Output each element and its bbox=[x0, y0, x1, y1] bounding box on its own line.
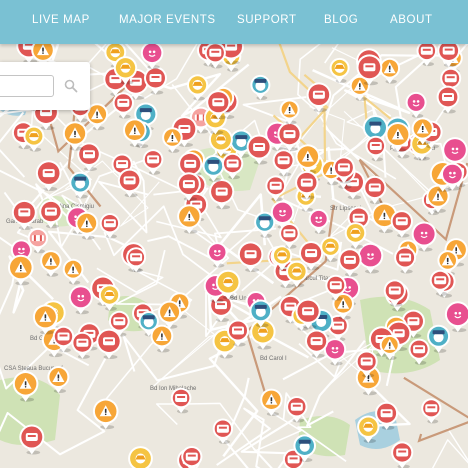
hazard-icon bbox=[28, 131, 39, 142]
traffic-jam-icon bbox=[444, 74, 457, 83]
traffic-jam-icon bbox=[283, 130, 296, 139]
traffic-jam-icon bbox=[329, 281, 342, 290]
traffic-jam-icon bbox=[369, 142, 382, 150]
hazard-icon bbox=[291, 266, 302, 277]
traffic-jam-icon bbox=[343, 255, 356, 264]
traffic-jam-icon bbox=[420, 46, 433, 55]
search-input[interactable] bbox=[0, 75, 54, 97]
traffic-jam-icon bbox=[283, 229, 296, 238]
nav-live-map[interactable]: LIVE MAP bbox=[32, 14, 90, 26]
traffic-jam-icon bbox=[253, 143, 266, 151]
traffic-jam-icon bbox=[434, 276, 447, 285]
map-label: Bd Carol I bbox=[260, 356, 287, 362]
road-closure-icon bbox=[31, 235, 44, 242]
traffic-jam-icon bbox=[76, 338, 89, 347]
traffic-jam-icon bbox=[337, 163, 350, 172]
traffic-jam-icon bbox=[368, 183, 381, 192]
traffic-jam-icon bbox=[399, 253, 412, 262]
hazard-icon bbox=[325, 241, 336, 252]
search-icon[interactable] bbox=[64, 79, 78, 93]
traffic-jam-icon bbox=[83, 150, 95, 159]
hazard-icon bbox=[215, 134, 226, 145]
traffic-jam-icon bbox=[413, 345, 426, 354]
traffic-jam-icon bbox=[103, 337, 115, 346]
traffic-jam-icon bbox=[425, 404, 438, 413]
traffic-jam-icon bbox=[312, 90, 325, 99]
nav-major-events[interactable]: MAJOR EVENTS bbox=[119, 14, 216, 26]
traffic-jam-icon bbox=[305, 249, 318, 258]
traffic-jam-icon bbox=[209, 48, 222, 57]
traffic-jam-icon bbox=[395, 217, 408, 226]
traffic-jam-icon bbox=[352, 213, 365, 222]
traffic-jam-icon bbox=[216, 424, 229, 433]
nav-blog[interactable]: BLOG bbox=[324, 14, 358, 26]
traffic-jam-icon bbox=[302, 307, 315, 316]
traffic-jam-icon bbox=[442, 46, 455, 55]
traffic-jam-icon bbox=[392, 329, 405, 338]
traffic-jam-icon bbox=[116, 160, 129, 169]
traffic-jam-icon bbox=[130, 253, 143, 262]
traffic-jam-icon bbox=[44, 207, 57, 216]
traffic-jam-icon bbox=[185, 452, 198, 461]
traffic-jam-icon bbox=[149, 74, 162, 82]
traffic-jam-icon bbox=[287, 455, 300, 464]
hazard-icon bbox=[104, 290, 115, 300]
traffic-jam-icon bbox=[147, 155, 160, 164]
traffic-jam-icon bbox=[117, 98, 130, 107]
hazard-icon bbox=[110, 47, 121, 58]
traffic-jam-icon bbox=[396, 448, 409, 457]
hazard-icon bbox=[350, 227, 361, 238]
hazard-icon bbox=[223, 277, 234, 288]
traffic-jam-icon bbox=[380, 409, 393, 418]
traffic-jam-icon bbox=[300, 178, 313, 187]
hazard-icon bbox=[257, 326, 268, 337]
traffic-jam-icon bbox=[244, 250, 257, 259]
traffic-jam-icon bbox=[184, 159, 197, 168]
hazard-icon bbox=[334, 62, 345, 73]
traffic-jam-icon bbox=[363, 63, 376, 72]
traffic-jam-icon bbox=[57, 332, 70, 341]
traffic-jam-icon bbox=[42, 169, 55, 178]
traffic-jam-icon bbox=[269, 181, 282, 190]
traffic-jam-icon bbox=[18, 208, 31, 217]
nav-about[interactable]: ABOUT bbox=[390, 14, 433, 26]
traffic-jam-icon bbox=[25, 433, 38, 441]
traffic-jam-icon bbox=[232, 326, 244, 335]
traffic-jam-icon bbox=[360, 357, 373, 366]
traffic-jam-icon bbox=[123, 176, 136, 185]
traffic-jam-icon bbox=[113, 317, 126, 326]
search-panel bbox=[0, 62, 90, 110]
traffic-jam-icon bbox=[212, 98, 225, 107]
hazard-icon bbox=[135, 453, 146, 464]
hazard-icon bbox=[120, 62, 131, 73]
traffic-jam-icon bbox=[182, 180, 195, 189]
traffic-jam-icon bbox=[290, 402, 303, 411]
hazard-icon bbox=[277, 250, 288, 261]
traffic-jam-icon bbox=[215, 187, 228, 196]
traffic-jam-icon bbox=[388, 286, 401, 295]
traffic-jam-icon bbox=[175, 394, 188, 402]
hazard-icon bbox=[219, 336, 230, 347]
hazard-icon bbox=[192, 79, 203, 90]
traffic-jam-icon bbox=[332, 321, 345, 330]
traffic-jam-icon bbox=[407, 317, 420, 326]
top-navigation-bar: LIVE MAP MAJOR EVENTS SUPPORT BLOG ABOUT bbox=[0, 0, 468, 44]
hazard-icon bbox=[363, 421, 374, 432]
nav-support[interactable]: SUPPORT bbox=[237, 14, 297, 26]
traffic-jam-icon bbox=[277, 156, 290, 165]
traffic-jam-icon bbox=[442, 93, 454, 101]
traffic-jam-icon bbox=[103, 219, 116, 228]
traffic-jam-icon bbox=[310, 337, 323, 346]
traffic-jam-icon bbox=[226, 159, 239, 168]
